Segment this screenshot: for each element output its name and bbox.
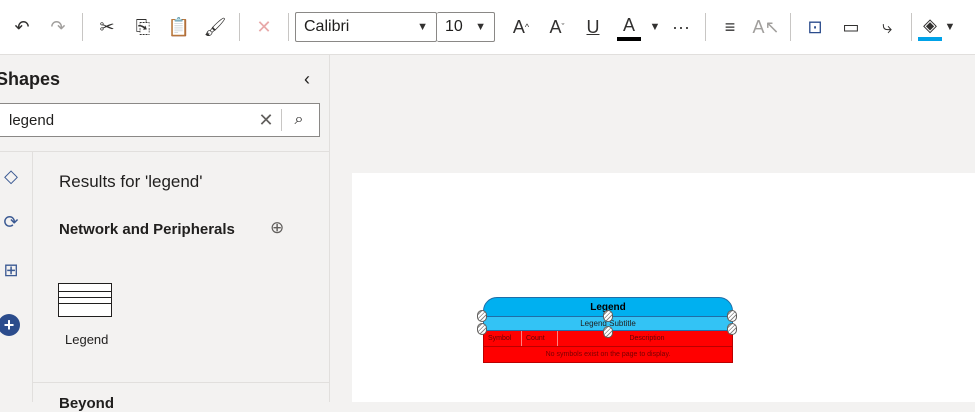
resize-handle[interactable] — [603, 326, 613, 338]
results-heading: Results for 'legend' — [59, 172, 203, 191]
decrease-font-icon[interactable]: Aˇ — [539, 9, 575, 45]
shapes-panel: Shapes ‹ ✕ ⌕ ◇ ⟳ ⊞ + Results for 'legend… — [0, 55, 330, 412]
font-color-icon[interactable]: A — [617, 13, 641, 41]
search-input[interactable] — [0, 111, 251, 129]
cut-icon[interactable]: ✂ — [89, 9, 125, 45]
ribbon-toolbar: ↶ ↷ ✂ ⎘ 📋 🖌 ✕ Calibri ▼ 10 ▼ A ^ Aˇ U A ▼… — [0, 0, 975, 55]
toolbar-divider — [288, 13, 289, 41]
legend-empty-message: No symbols exist on the page to display. — [483, 347, 733, 363]
resize-handle[interactable] — [477, 310, 487, 322]
stencil-label: Legend — [65, 332, 109, 347]
legend-stencil-thumbnail[interactable] — [58, 283, 112, 317]
search-icon[interactable]: ⌕ — [282, 111, 316, 129]
toolbar-divider — [790, 13, 791, 41]
flowchart-icon[interactable]: ⟳ — [0, 212, 22, 236]
chevron-down-icon: ▼ — [475, 21, 486, 33]
fill-icon[interactable]: ◈ — [918, 13, 942, 41]
col-description: Description — [629, 335, 665, 342]
chevron-down-icon[interactable]: ▼ — [647, 9, 663, 45]
thumb-header — [59, 284, 111, 292]
drawing-page[interactable] — [352, 173, 975, 402]
resize-handle[interactable] — [727, 323, 737, 335]
panel-title: Shapes — [0, 69, 61, 89]
increase-font-icon[interactable]: A ^ — [503, 9, 539, 45]
section-title-2: Beyond — [59, 395, 115, 412]
toolbar-divider — [82, 13, 83, 41]
text-box-icon[interactable]: ⊡ — [797, 9, 833, 45]
rectangle-icon[interactable]: ▭ — [833, 9, 869, 45]
resize-handle[interactable] — [603, 310, 613, 322]
toolbar-divider — [705, 13, 706, 41]
toolbar-divider — [911, 13, 912, 41]
redo-icon[interactable]: ↷ — [40, 9, 76, 45]
undo-icon[interactable]: ↶ — [4, 9, 40, 45]
delete-icon[interactable]: ✕ — [246, 9, 282, 45]
col-count: Count — [522, 331, 558, 346]
search-box: ✕ ⌕ — [0, 103, 320, 137]
divider — [0, 151, 330, 152]
clear-icon[interactable]: ✕ — [251, 110, 281, 131]
chevron-left-icon[interactable]: ‹ — [304, 69, 310, 90]
chevron-down-icon[interactable]: ▼ — [942, 9, 958, 45]
network-icon[interactable]: ⊞ — [0, 260, 22, 284]
toolbar-divider — [239, 13, 240, 41]
section-title: Network and Peripherals — [59, 221, 235, 238]
stencil-rail: ◇ ⟳ ⊞ + — [0, 152, 33, 402]
col-symbol: Symbol — [484, 331, 522, 346]
copy-icon[interactable]: ⎘ — [125, 9, 161, 45]
align-icon[interactable]: ≡ — [712, 9, 748, 45]
add-stencil-icon[interactable]: + — [0, 314, 20, 336]
font-size-value: 10 — [445, 18, 463, 35]
format-painter-icon[interactable]: 🖌 — [197, 9, 233, 45]
text-direction-icon[interactable]: A↖ — [748, 9, 784, 45]
thumb-row — [59, 298, 111, 304]
resize-handle[interactable] — [727, 310, 737, 322]
resize-handle[interactable] — [477, 323, 487, 335]
font-name-dropdown[interactable]: Calibri ▼ — [295, 12, 437, 42]
paste-icon[interactable]: 📋 — [161, 9, 197, 45]
chevron-down-icon: ▼ — [417, 21, 428, 33]
basic-shapes-icon[interactable]: ◇ — [0, 166, 22, 190]
underline-icon[interactable]: U — [575, 9, 611, 45]
font-name-value: Calibri — [304, 18, 350, 35]
connector-icon[interactable]: ⤷ — [869, 9, 905, 45]
divider — [33, 382, 330, 383]
font-size-dropdown[interactable]: 10 ▼ — [437, 12, 495, 42]
zoom-in-icon[interactable]: ⊕ — [270, 218, 284, 238]
more-options-icon[interactable]: ··· — [663, 9, 699, 45]
